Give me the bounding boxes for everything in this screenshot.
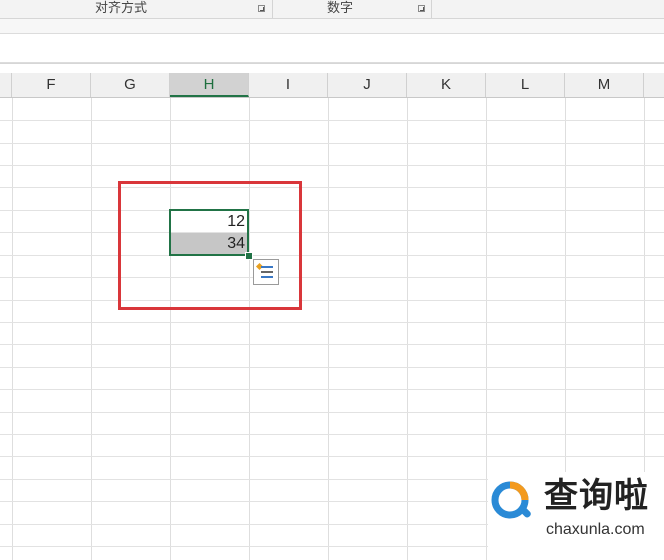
formula-bar[interactable]	[0, 33, 664, 63]
ribbon-group-label-number: 数字	[327, 0, 354, 15]
grid-line	[407, 98, 408, 560]
grid-line	[0, 412, 664, 413]
grid-line	[0, 232, 664, 233]
grid-line	[0, 434, 664, 435]
grid-line	[170, 98, 171, 560]
cell-h-value-2[interactable]: 34	[170, 233, 249, 255]
watermark-subtitle: chaxunla.com	[546, 521, 645, 538]
grid-line	[0, 255, 664, 256]
column-header-j[interactable]: J	[328, 73, 407, 97]
grid-line	[0, 187, 664, 188]
flash-fill-options-button[interactable]	[253, 259, 279, 285]
grid-line	[249, 98, 250, 560]
column-header-g[interactable]: G	[91, 73, 170, 97]
grid-line	[0, 120, 664, 121]
ribbon-groups-strip: 对齐方式 数字	[0, 0, 664, 19]
grid-line	[0, 277, 664, 278]
column-header-l[interactable]: L	[486, 73, 565, 97]
grid-line	[328, 98, 329, 560]
grid-line	[91, 98, 92, 560]
grid-line	[0, 143, 664, 144]
number-dialog-launcher-icon[interactable]	[418, 5, 425, 12]
ribbon-separator	[431, 0, 432, 18]
grid-line	[0, 165, 664, 166]
column-header-i[interactable]: I	[249, 73, 328, 97]
ribbon-group-label-alignment: 对齐方式	[95, 0, 148, 15]
grid-line	[12, 98, 13, 560]
ribbon-group-alignment: 对齐方式	[0, 0, 272, 18]
ribbon-group-number: 数字	[273, 0, 431, 18]
grid-line	[0, 322, 664, 323]
alignment-dialog-launcher-icon[interactable]	[258, 5, 265, 12]
grid-line	[0, 456, 664, 457]
column-header-f[interactable]: F	[12, 73, 91, 97]
watermark-title: 查询啦	[544, 477, 649, 515]
grid-line	[0, 367, 664, 368]
grid-line	[486, 98, 487, 560]
fill-handle[interactable]	[245, 252, 253, 260]
column-header-row-edge[interactable]	[0, 73, 12, 97]
grid-line	[0, 344, 664, 345]
column-header-row: F G H I J K L M	[0, 73, 664, 98]
column-header-h[interactable]: H	[170, 73, 249, 97]
watermark: 查询啦 chaxunla.com	[488, 472, 664, 560]
watermark-logo-icon	[491, 481, 531, 519]
cell-h-value-1[interactable]: 12	[170, 211, 249, 233]
grid-line	[0, 389, 664, 390]
grid-line	[0, 210, 664, 211]
grid-line	[0, 300, 664, 301]
list-lines-icon	[261, 266, 273, 280]
column-header-n-partial[interactable]	[644, 73, 664, 97]
column-header-k[interactable]: K	[407, 73, 486, 97]
column-header-m[interactable]: M	[565, 73, 644, 97]
